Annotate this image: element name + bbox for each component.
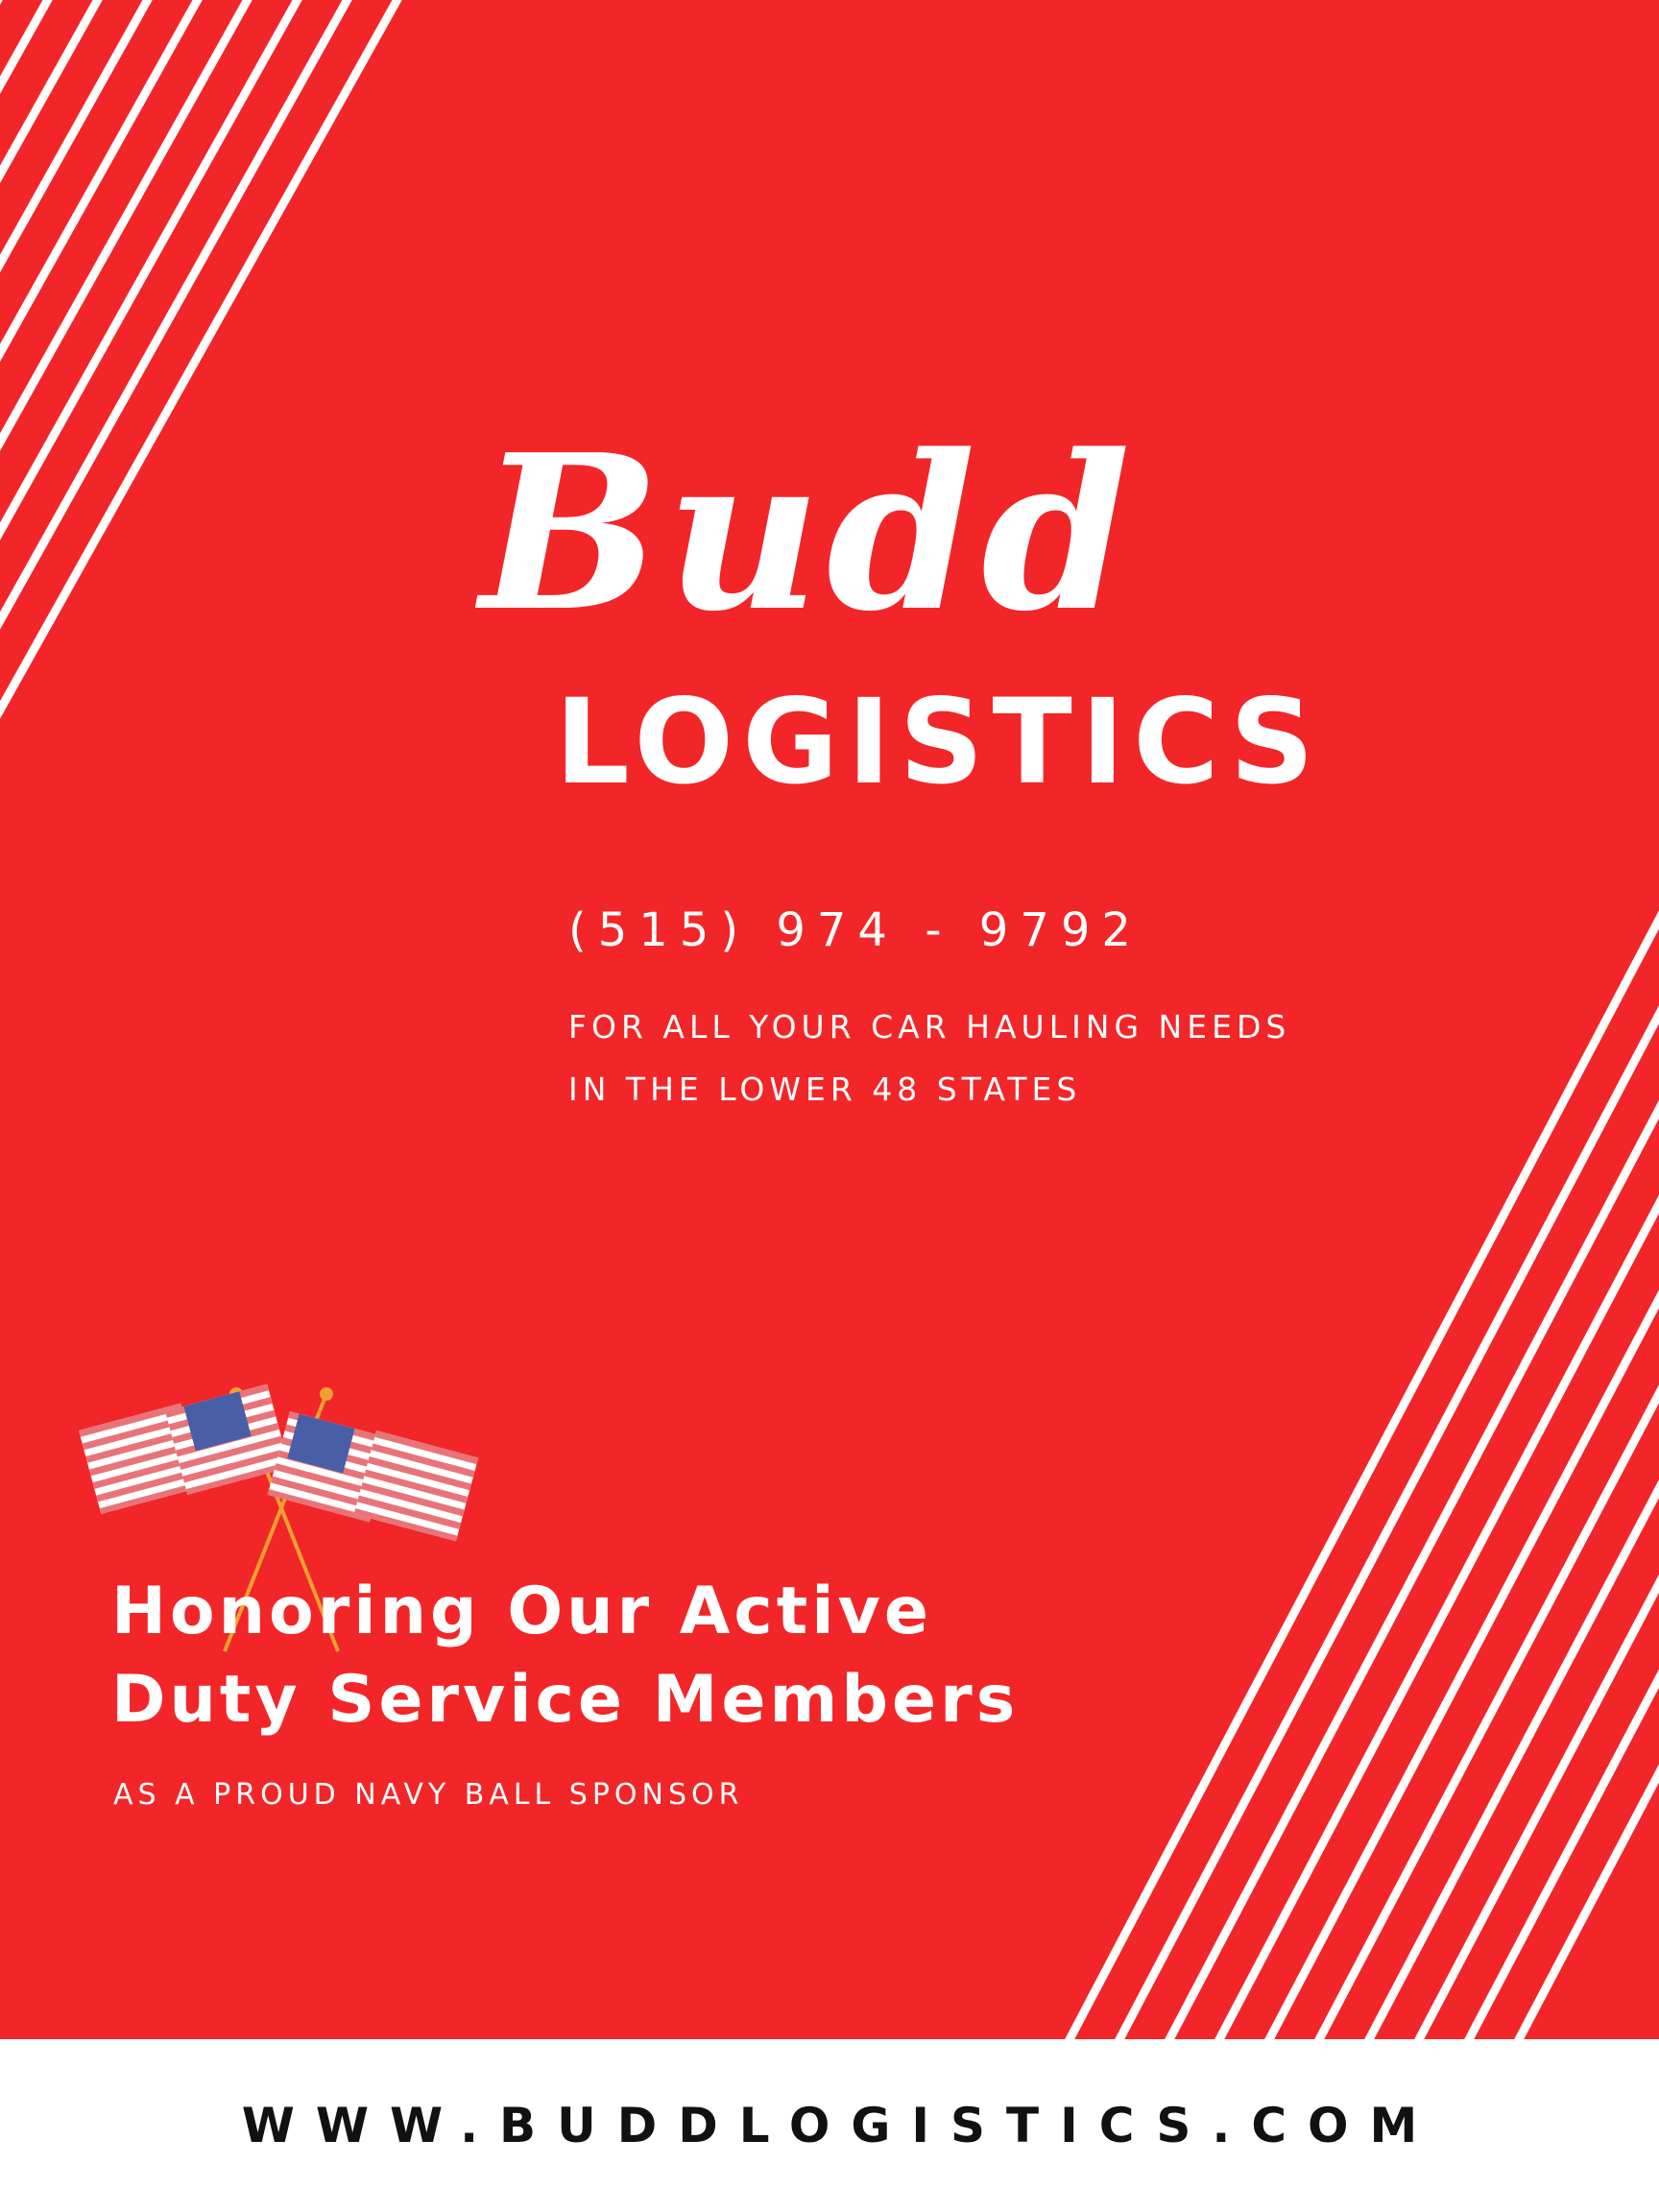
stripe-line [1464, 1669, 1659, 2039]
phone-number: (515) 974 - 9792 [568, 903, 1142, 957]
tagline-line-2: IN THE LOWER 48 STATES [568, 1070, 1082, 1108]
stripe-group-left [0, 0, 402, 719]
red-background-panel: Budd LOGISTICS (515) 974 - 9792 FOR ALL … [0, 0, 1659, 2039]
stripe-group-right [1065, 910, 1659, 2039]
stripe-line [0, 0, 203, 362]
flyer: Budd LOGISTICS (515) 974 - 9792 FOR ALL … [0, 0, 1659, 2212]
honor-heading-line-1: Honoring Our Active [111, 1574, 932, 1649]
stripe-line [1115, 1004, 1659, 2039]
stripe-line [1264, 1289, 1659, 2039]
footer-bar: WWW.BUDDLOGISTICS.COM [0, 2039, 1659, 2212]
brand-subtitle: LOGISTICS [555, 674, 1323, 810]
brand-name: Budd [480, 409, 1137, 659]
stripe-line [1314, 1384, 1659, 2039]
sponsor-subline: AS A PROUD NAVY BALL SPONSOR [113, 1778, 744, 1812]
honor-heading-line-2: Duty Service Members [111, 1662, 1020, 1738]
tagline-line-1: FOR ALL YOUR CAR HAULING NEEDS [568, 1008, 1291, 1046]
stripe-line [0, 0, 153, 273]
stripe-line [1165, 1099, 1659, 2039]
website-link[interactable]: WWW.BUDDLOGISTICS.COM [221, 2102, 1439, 2150]
